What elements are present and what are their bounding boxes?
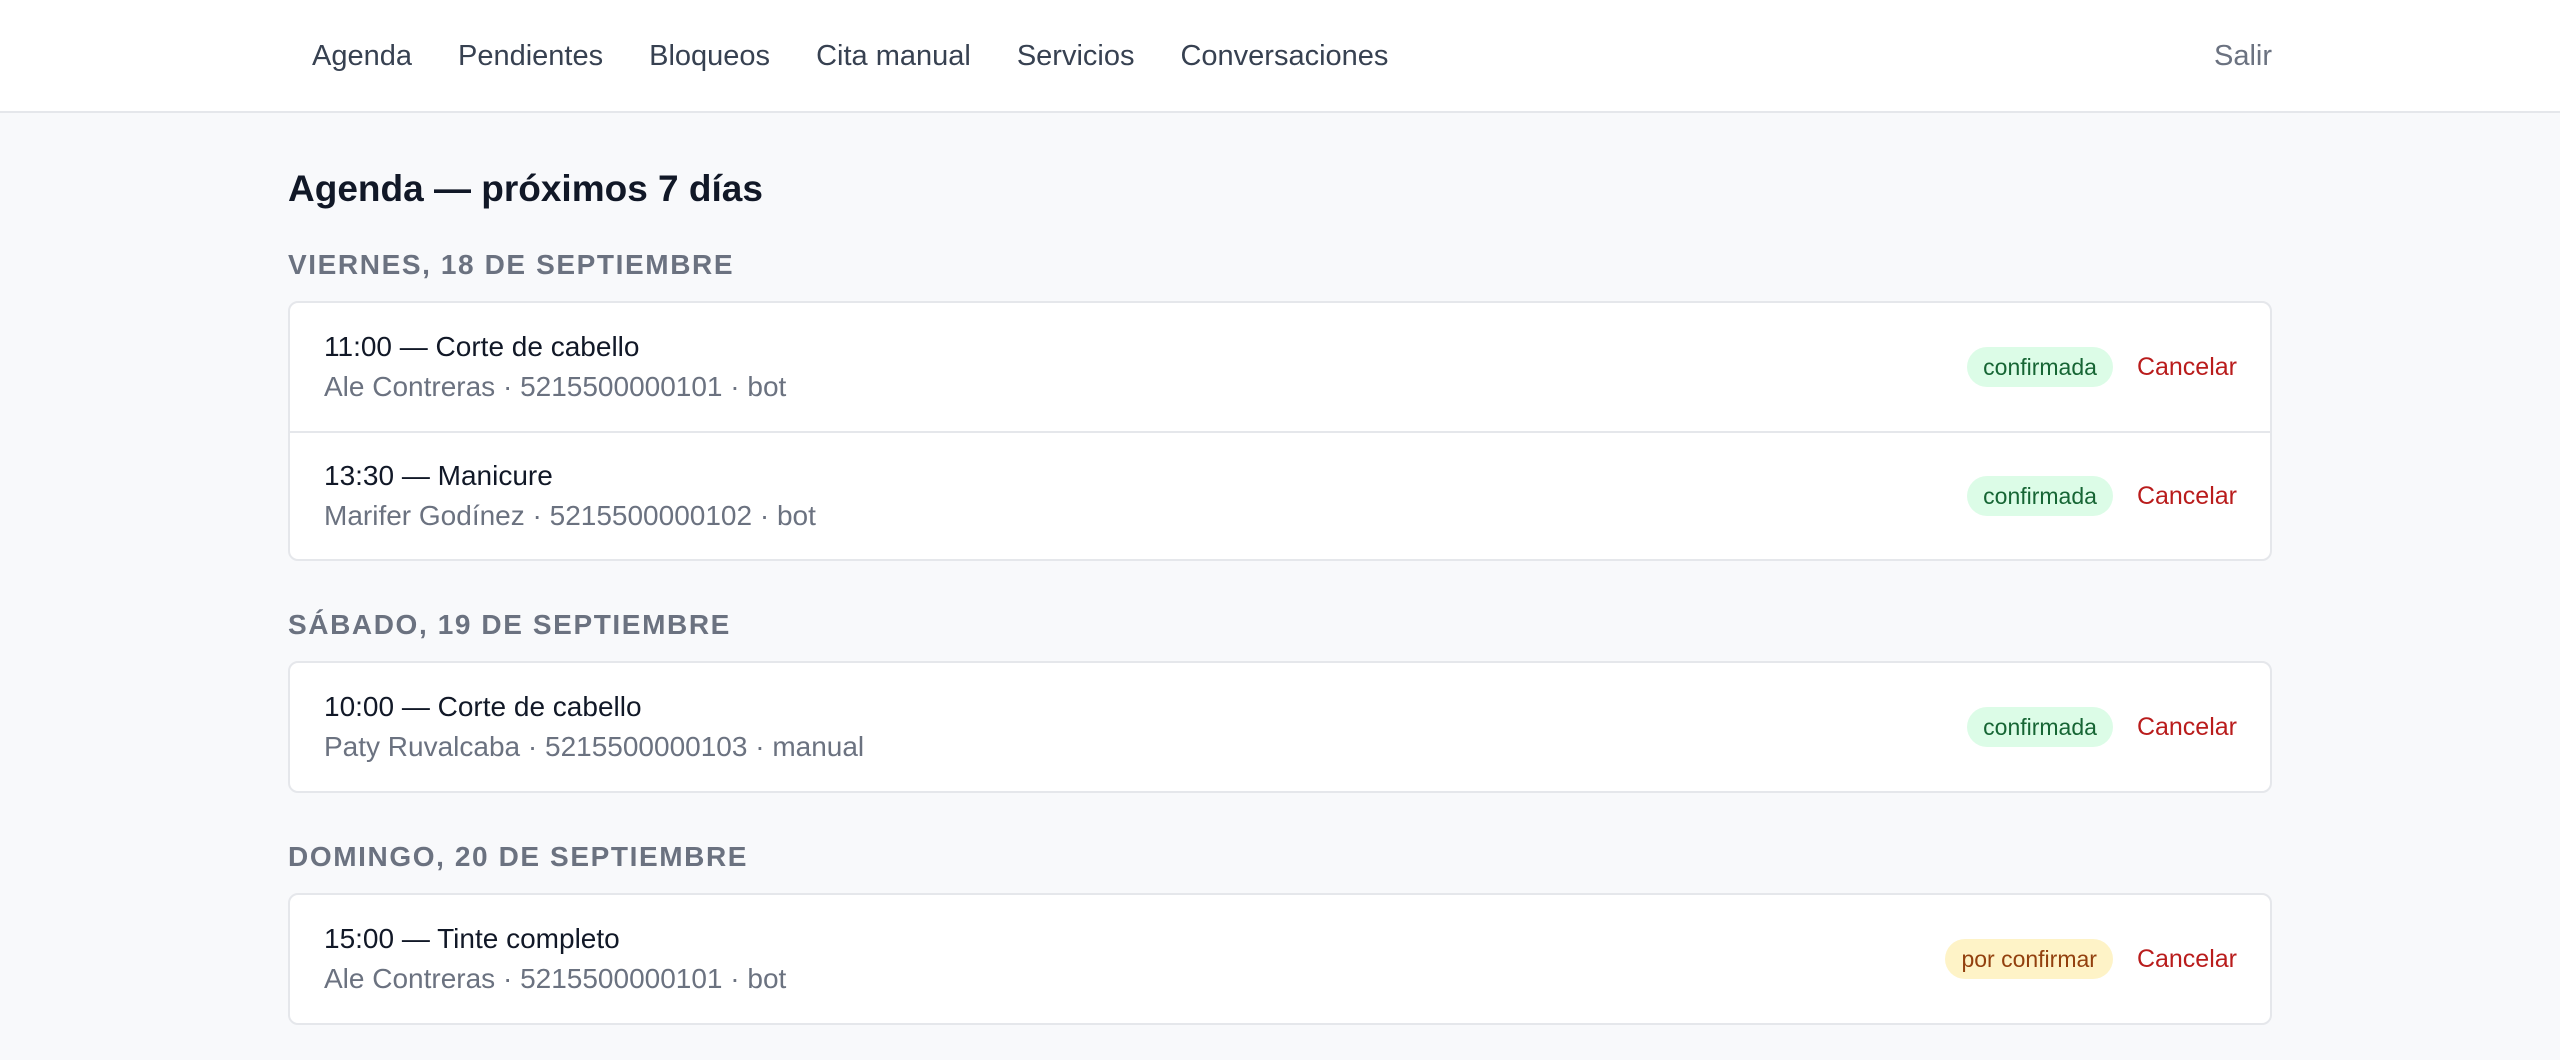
day-heading: Domingo, 20 de septiembre: [288, 841, 749, 873]
appointment-title: 13:30 — Manicure: [324, 460, 553, 492]
appointment-info: 15:00 — Tinte completo Ale Contreras · 5…: [324, 919, 786, 999]
appointment-title: 11:00 — Corte de cabello: [324, 331, 640, 363]
appointment-actions: confirmada Cancelar: [1967, 347, 2237, 388]
page-title: Agenda — próximos 7 días: [288, 168, 763, 209]
status-badge: confirmada: [1967, 347, 2113, 388]
appointment-details: Ale Contreras · 5215500000101 · bot: [324, 371, 787, 403]
day-section: Domingo, 20 de septiembre 15:00 — Tinte …: [288, 839, 2272, 1026]
cancel-link[interactable]: Cancelar: [2137, 713, 2237, 742]
appointment-title: 15:00 — Tinte completo: [324, 923, 620, 955]
appointment-details: Ale Contreras · 5215500000101 · bot: [324, 963, 787, 995]
status-badge: por confirmar: [1945, 939, 2113, 980]
day-section: Sábado, 19 de septiembre 10:00 — Corte d…: [288, 607, 2272, 794]
nav-item-bloqueos[interactable]: Bloqueos: [626, 40, 793, 73]
day-section: Viernes, 18 de septiembre 11:00 — Corte …: [288, 247, 2272, 562]
nav-item-conversaciones[interactable]: Conversaciones: [1157, 40, 1411, 73]
appointments-card: 10:00 — Corte de cabello Paty Ruvalcaba …: [288, 661, 2272, 794]
appointments-card: 15:00 — Tinte completo Ale Contreras · 5…: [288, 893, 2272, 1026]
appointments-card: 11:00 — Corte de cabello Ale Contreras ·…: [288, 301, 2272, 562]
appointment-row: 11:00 — Corte de cabello Ale Contreras ·…: [290, 303, 2270, 431]
main-nav: Agenda Pendientes Bloqueos Cita manual S…: [288, 0, 1411, 112]
status-badge: confirmada: [1967, 476, 2113, 517]
main-content: Agenda — próximos 7 días Viernes, 18 de …: [288, 113, 2272, 1026]
appointment-title: 10:00 — Corte de cabello: [324, 691, 642, 723]
day-heading: Sábado, 19 de septiembre: [288, 609, 731, 641]
appointment-actions: confirmada Cancelar: [1967, 707, 2237, 748]
appointment-row: 10:00 — Corte de cabello Paty Ruvalcaba …: [290, 663, 2270, 791]
status-badge: confirmada: [1967, 707, 2113, 748]
cancel-link[interactable]: Cancelar: [2137, 482, 2237, 511]
logout-link[interactable]: Salir: [2214, 0, 2272, 112]
appointment-info: 11:00 — Corte de cabello Ale Contreras ·…: [324, 327, 786, 407]
nav-item-cita-manual[interactable]: Cita manual: [793, 40, 994, 73]
nav-item-servicios[interactable]: Servicios: [994, 40, 1158, 73]
appointment-info: 13:30 — Manicure Marifer Godínez · 52155…: [324, 456, 816, 536]
appointment-info: 10:00 — Corte de cabello Paty Ruvalcaba …: [324, 687, 864, 767]
nav-item-agenda[interactable]: Agenda: [288, 40, 435, 73]
appointment-actions: por confirmar Cancelar: [1945, 939, 2237, 980]
appointment-details: Paty Ruvalcaba · 5215500000103 · manual: [324, 731, 865, 763]
cancel-link[interactable]: Cancelar: [2137, 353, 2237, 382]
nav-item-pendientes[interactable]: Pendientes: [435, 40, 626, 73]
appointment-row: 13:30 — Manicure Marifer Godínez · 52155…: [290, 431, 2270, 559]
appointment-actions: confirmada Cancelar: [1967, 476, 2237, 517]
cancel-link[interactable]: Cancelar: [2137, 945, 2237, 974]
day-heading: Viernes, 18 de septiembre: [288, 249, 735, 281]
top-navigation-bar: Agenda Pendientes Bloqueos Cita manual S…: [0, 0, 2560, 113]
appointment-details: Marifer Godínez · 5215500000102 · bot: [324, 500, 816, 532]
appointment-row: 15:00 — Tinte completo Ale Contreras · 5…: [290, 895, 2270, 1023]
